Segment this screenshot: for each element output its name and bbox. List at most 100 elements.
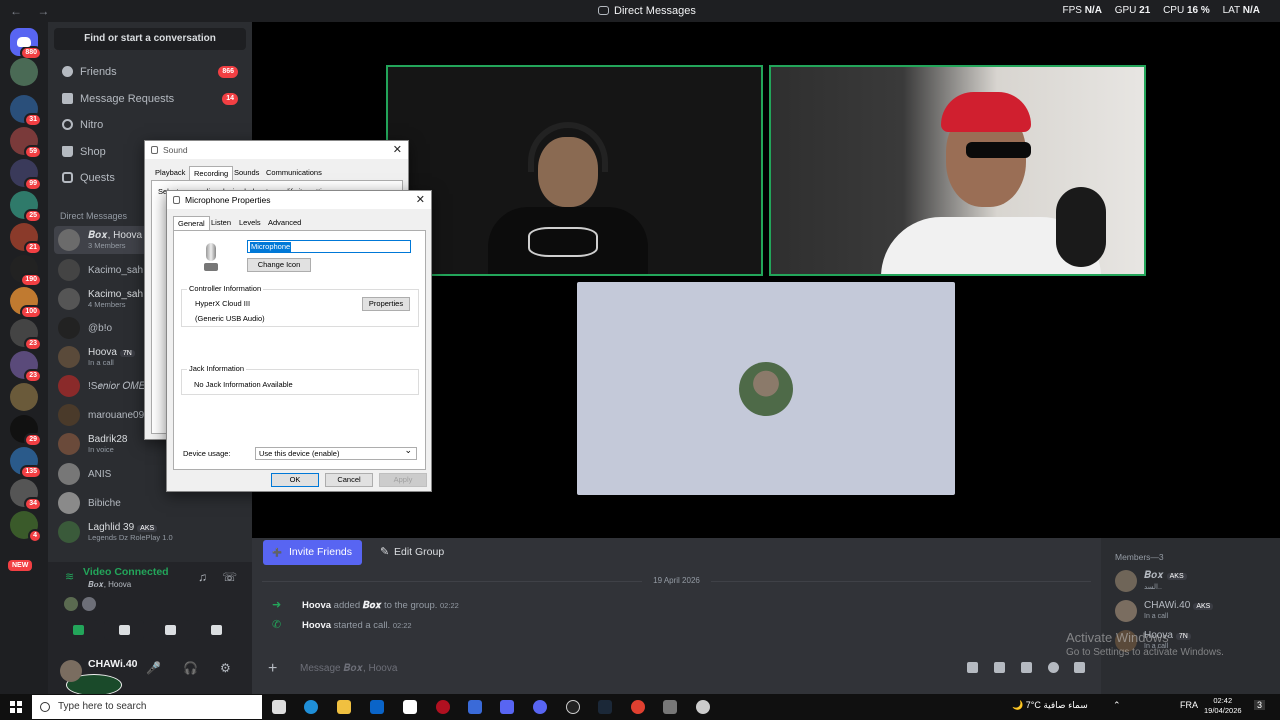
input-language[interactable]: FRA [1180, 700, 1198, 710]
edit-group-button[interactable]: Edit Group [380, 540, 444, 565]
server-icon[interactable]: 190 [10, 255, 42, 287]
attach-plus-icon[interactable]: + [268, 660, 277, 678]
taskbar-search[interactable]: Type here to search [32, 695, 262, 719]
signal-icon[interactable]: ≋ [65, 570, 74, 583]
quests-icon [62, 172, 73, 183]
message-composer[interactable]: + Message 𝑩𝒐𝒙, Hoova [262, 658, 1092, 680]
dm-item[interactable]: Laghlid 39 AKS Legends Dz RolePlay 1.0 [54, 518, 246, 546]
tab-general[interactable]: General [173, 216, 210, 230]
server-icon[interactable]: 99 [10, 159, 42, 191]
task-view-icon[interactable] [272, 700, 286, 714]
member-list: Members—3 𝑩𝒐𝒙 AKS السد.. CHAWi.40 AKS In a c… [1101, 538, 1280, 694]
avatar [58, 288, 80, 310]
file-explorer-icon[interactable] [337, 700, 351, 714]
tab-advanced[interactable]: Advanced [264, 216, 305, 230]
tab-levels[interactable]: Levels [235, 216, 265, 230]
sound-settings-icon[interactable] [696, 700, 710, 714]
close-icon[interactable]: ✕ [416, 191, 425, 209]
start-button[interactable] [10, 701, 22, 713]
gif-icon[interactable] [994, 662, 1005, 673]
sound-dialog-titlebar[interactable]: Sound ✕ [145, 141, 408, 159]
voice-status[interactable]: Video Connected [83, 566, 169, 578]
notification-icon[interactable]: 3 [1254, 700, 1266, 710]
tab-recording[interactable]: Recording [189, 166, 234, 180]
device-usage-select[interactable]: Use this device (enable) [255, 445, 417, 460]
headphones-icon[interactable]: 🎧 [183, 661, 198, 675]
microphone-icon[interactable]: 🎤 [146, 661, 161, 675]
invite-friends-button[interactable]: Invite Friends [263, 540, 362, 565]
tab-listen[interactable]: Listen [207, 216, 235, 230]
properties-button[interactable]: Properties [362, 297, 410, 311]
tray-chevron-icon[interactable]: ⌃ [1113, 700, 1121, 711]
nitro-icon [62, 119, 73, 130]
steam-icon[interactable] [598, 700, 612, 714]
camera-button[interactable] [58, 620, 98, 640]
discord-icon[interactable] [500, 700, 514, 714]
tab-sounds[interactable]: Sounds [230, 166, 263, 180]
video-tile[interactable] [769, 65, 1146, 276]
server-icon[interactable]: 135 [10, 447, 42, 479]
change-icon-button[interactable]: Change Icon [247, 258, 311, 272]
avatar [58, 433, 80, 455]
noise-suppression-icon[interactable]: ♫ [198, 570, 207, 584]
mic-dialog-titlebar[interactable]: Microphone Properties ✕ [167, 191, 431, 209]
soundboard-button[interactable] [196, 620, 236, 640]
server-icon[interactable]: 4 [10, 511, 42, 543]
username[interactable]: CHAWi.40 [88, 658, 138, 670]
video-tile-avatar[interactable] [577, 282, 955, 495]
share-screen-button[interactable] [104, 620, 144, 640]
server-icon[interactable]: 29 [10, 415, 42, 447]
tab-playback[interactable]: Playback [151, 166, 189, 180]
avatar [58, 521, 80, 543]
home-button[interactable]: 880 [10, 28, 42, 60]
dm-item[interactable]: Bibiche [54, 489, 246, 517]
server-icon[interactable]: 31 [10, 95, 42, 127]
server-icon[interactable]: 34 [10, 479, 42, 511]
apps-icon[interactable] [1074, 662, 1085, 673]
message-input[interactable]: Message 𝑩𝒐𝒙, Hoova [300, 663, 397, 674]
server-icon[interactable] [10, 58, 38, 86]
server-icon[interactable]: 59 [10, 127, 42, 159]
activities-button[interactable] [150, 620, 190, 640]
nav-friends[interactable]: Friends 866 [54, 59, 244, 85]
server-icon[interactable]: 23 [10, 319, 42, 351]
gear-icon[interactable]: ⚙ [220, 661, 231, 675]
close-icon[interactable]: ✕ [393, 141, 402, 159]
emoji-icon[interactable] [1048, 662, 1059, 673]
weather-widget[interactable]: 🌙 7°C سماء صافية [1012, 700, 1088, 711]
clock[interactable]: 02:42 19/04/2026 [1204, 696, 1242, 716]
gift-icon[interactable] [967, 662, 978, 673]
ok-button[interactable]: OK [271, 473, 319, 487]
chrome-icon[interactable] [631, 700, 645, 714]
voice-channel-name[interactable]: 𝑩𝒐𝒙, Hoova [88, 580, 131, 590]
avatar[interactable] [60, 660, 82, 682]
history-nav-arrows[interactable]: ← → [10, 4, 55, 18]
server-icon[interactable] [10, 383, 38, 411]
find-conversation-button[interactable]: Find or start a conversation [54, 28, 246, 50]
server-icon[interactable]: 23 [10, 351, 42, 383]
app-icon[interactable] [663, 700, 677, 714]
app-icon[interactable] [566, 700, 580, 714]
server-icon[interactable]: 25 [10, 191, 42, 223]
store-icon[interactable] [403, 700, 417, 714]
nav-nitro[interactable]: Nitro [54, 112, 244, 138]
member-item[interactable]: Hoova 7N In a call [1115, 628, 1275, 656]
apply-button[interactable]: Apply [379, 473, 427, 487]
cancel-button[interactable]: Cancel [325, 473, 373, 487]
discord-icon[interactable] [533, 700, 547, 714]
outlook-icon[interactable] [370, 700, 384, 714]
weather-icon: 🌙 [1012, 700, 1024, 710]
edge-icon[interactable] [304, 700, 318, 714]
disconnect-icon[interactable]: ☏ [222, 570, 237, 584]
server-icon[interactable]: 100 [10, 287, 42, 319]
server-icon[interactable]: 21 [10, 223, 42, 255]
device-name-input[interactable]: Microphone [247, 240, 411, 253]
app-icon[interactable] [436, 700, 450, 714]
member-item[interactable]: CHAWi.40 AKS In a call [1115, 598, 1275, 626]
tab-communications[interactable]: Communications [262, 166, 326, 180]
video-tile[interactable] [386, 65, 763, 276]
nav-message-requests[interactable]: Message Requests 14 [54, 86, 244, 112]
app-icon[interactable] [468, 700, 482, 714]
member-item[interactable]: 𝑩𝒐𝒙 AKS السد.. [1115, 568, 1275, 596]
sticker-icon[interactable] [1021, 662, 1032, 673]
